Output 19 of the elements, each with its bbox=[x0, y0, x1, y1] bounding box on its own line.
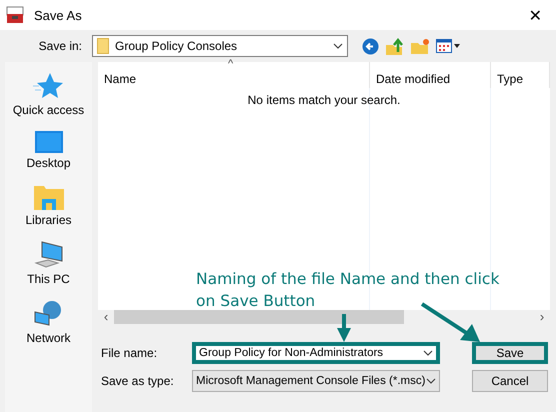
save-in-dropdown[interactable]: Group Policy Consoles bbox=[92, 35, 348, 57]
save-as-type-label: Save as type: bbox=[100, 374, 175, 388]
places-item[interactable]: Quick access bbox=[12, 72, 84, 117]
file-name-label: File name: bbox=[100, 346, 158, 360]
places-item[interactable]: Network bbox=[26, 300, 70, 345]
window-title: Save As bbox=[34, 8, 83, 22]
file-name-field[interactable]: Group Policy for Non-Administrators bbox=[192, 342, 440, 364]
save-in-label: Save in: bbox=[38, 39, 83, 53]
empty-message: No items match your search. bbox=[246, 93, 402, 107]
places-item[interactable]: Desktop bbox=[26, 131, 71, 170]
save-as-type-dropdown[interactable]: Microsoft Management Console Files (*.msc) bbox=[192, 370, 440, 392]
cancel-button[interactable]: Cancel bbox=[472, 370, 548, 392]
places-item[interactable]: Libraries bbox=[25, 184, 72, 227]
annotation-text: Naming of the file Name and then click on Save Button bbox=[196, 269, 500, 312]
scroll-left-button[interactable]: ‹ bbox=[98, 310, 114, 324]
scroll-right-button[interactable]: › bbox=[534, 310, 550, 324]
save-button[interactable]: Save bbox=[472, 342, 548, 364]
close-button[interactable]: ✕ bbox=[524, 6, 546, 24]
places-item[interactable]: This PC bbox=[27, 241, 70, 286]
